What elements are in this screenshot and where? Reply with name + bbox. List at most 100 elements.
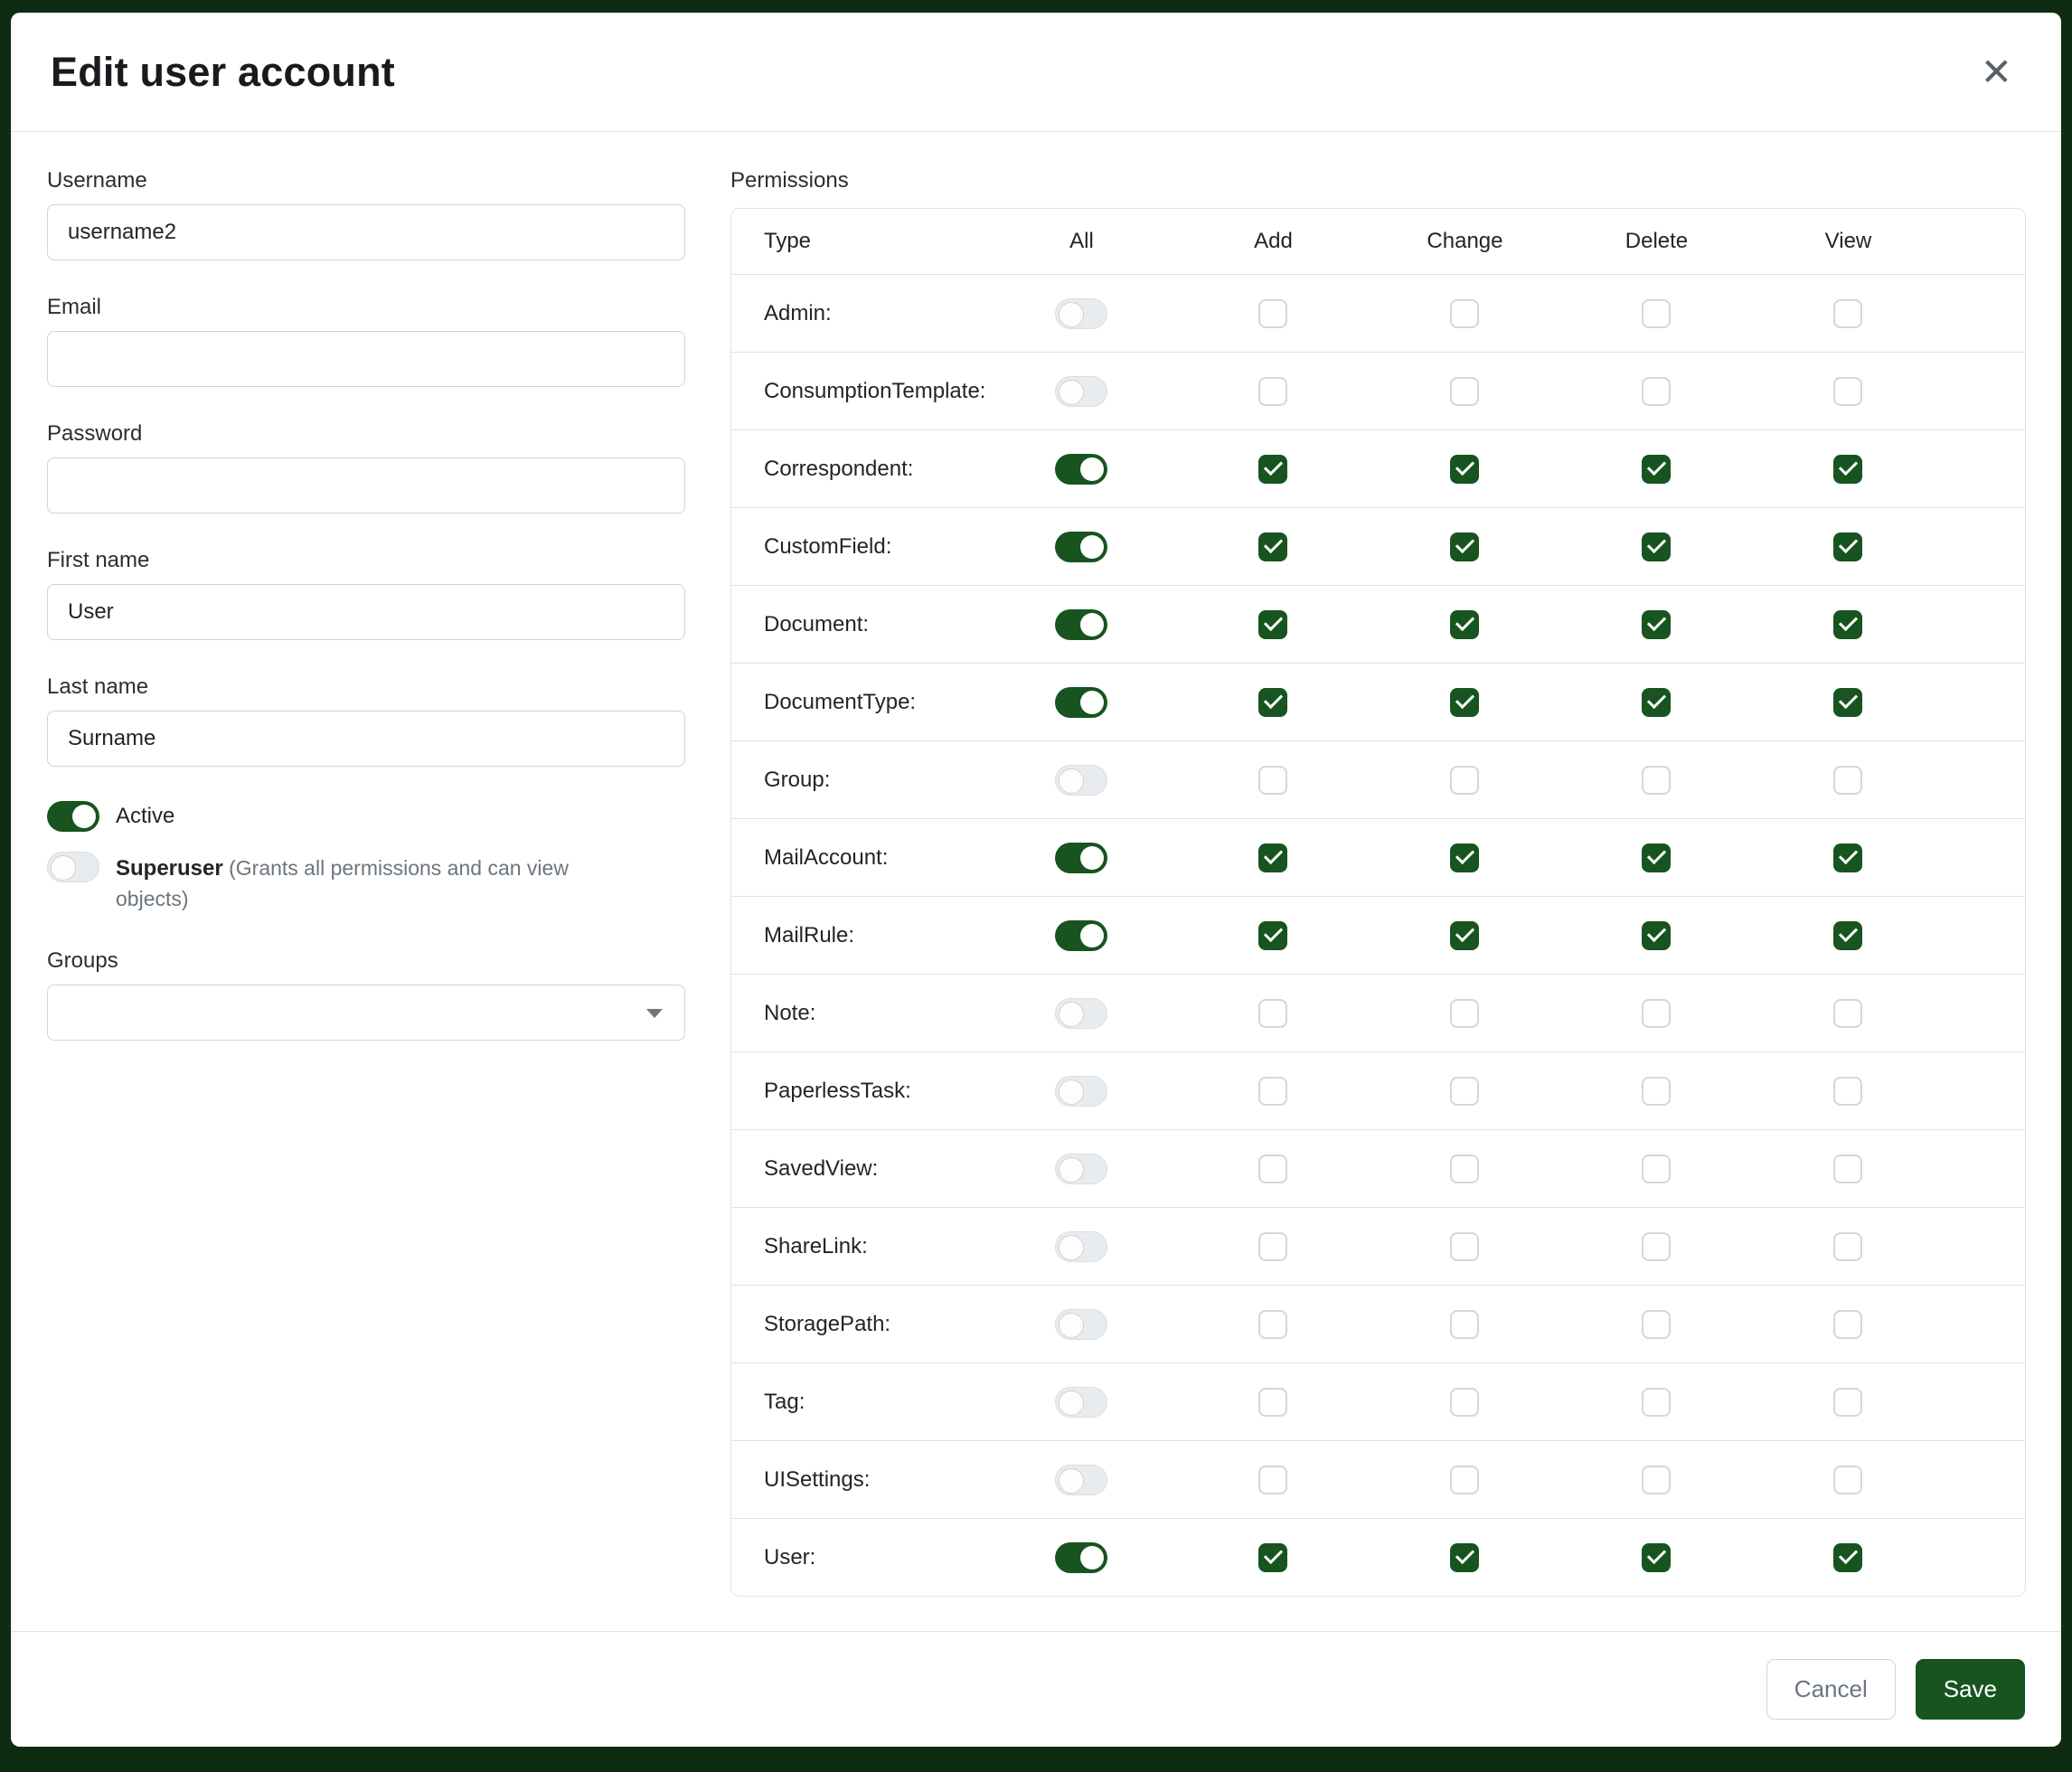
permission-change-checkbox[interactable] xyxy=(1450,1466,1479,1494)
permission-view-checkbox[interactable] xyxy=(1833,1466,1862,1494)
close-button[interactable]: ✕ xyxy=(1972,48,2021,97)
permission-view-checkbox[interactable] xyxy=(1833,455,1862,484)
permission-add-checkbox[interactable] xyxy=(1258,1077,1287,1106)
permission-view-checkbox[interactable] xyxy=(1833,1388,1862,1417)
permission-delete-checkbox[interactable] xyxy=(1642,1543,1671,1572)
permission-all-toggle[interactable] xyxy=(1055,532,1107,562)
permission-add-checkbox[interactable] xyxy=(1258,610,1287,639)
permission-delete-checkbox[interactable] xyxy=(1642,610,1671,639)
permission-view-checkbox[interactable] xyxy=(1833,1155,1862,1183)
permission-view-checkbox[interactable] xyxy=(1833,1232,1862,1261)
password-input[interactable] xyxy=(47,457,685,514)
permission-all-toggle[interactable] xyxy=(1055,1309,1107,1340)
permission-all-toggle[interactable] xyxy=(1055,1387,1107,1418)
permission-all-toggle[interactable] xyxy=(1055,1076,1107,1107)
permissions-rows: Admin: ConsumptionTemplate: Corresponden… xyxy=(731,274,2025,1596)
permission-delete-checkbox[interactable] xyxy=(1642,844,1671,872)
permission-add-checkbox[interactable] xyxy=(1258,844,1287,872)
permission-all-toggle[interactable] xyxy=(1055,1542,1107,1573)
first-name-input[interactable] xyxy=(47,584,685,640)
permission-all-toggle[interactable] xyxy=(1055,765,1107,796)
permission-add-checkbox[interactable] xyxy=(1258,1466,1287,1494)
permission-change-checkbox[interactable] xyxy=(1450,299,1479,328)
permission-delete-checkbox[interactable] xyxy=(1642,533,1671,561)
user-form: Username Email Password First name Last … xyxy=(47,168,685,1604)
permission-delete-checkbox[interactable] xyxy=(1642,1155,1671,1183)
permission-delete-checkbox[interactable] xyxy=(1642,921,1671,950)
permission-delete-checkbox[interactable] xyxy=(1642,688,1671,717)
permission-add-checkbox[interactable] xyxy=(1258,1155,1287,1183)
permission-all-toggle[interactable] xyxy=(1055,1154,1107,1184)
permission-add-checkbox[interactable] xyxy=(1258,999,1287,1028)
permission-change-checkbox[interactable] xyxy=(1450,921,1479,950)
permission-delete-checkbox[interactable] xyxy=(1642,766,1671,795)
permission-change-checkbox[interactable] xyxy=(1450,766,1479,795)
username-input[interactable] xyxy=(47,204,685,260)
username-label: Username xyxy=(47,168,685,193)
permission-all-toggle[interactable] xyxy=(1055,920,1107,951)
cancel-button[interactable]: Cancel xyxy=(1766,1659,1896,1720)
permission-change-checkbox[interactable] xyxy=(1450,1543,1479,1572)
permission-add-checkbox[interactable] xyxy=(1258,766,1287,795)
permission-view-checkbox[interactable] xyxy=(1833,844,1862,872)
permission-view-checkbox[interactable] xyxy=(1833,299,1862,328)
permission-change-checkbox[interactable] xyxy=(1450,533,1479,561)
permission-all-toggle[interactable] xyxy=(1055,609,1107,640)
permission-change-checkbox[interactable] xyxy=(1450,999,1479,1028)
permission-change-checkbox[interactable] xyxy=(1450,1155,1479,1183)
permission-view-checkbox[interactable] xyxy=(1833,766,1862,795)
email-input[interactable] xyxy=(47,331,685,387)
permission-all-toggle[interactable] xyxy=(1055,998,1107,1029)
permission-all-toggle[interactable] xyxy=(1055,843,1107,873)
permission-change-checkbox[interactable] xyxy=(1450,377,1479,406)
permission-change-checkbox[interactable] xyxy=(1450,844,1479,872)
permission-view-checkbox[interactable] xyxy=(1833,533,1862,561)
permission-change-checkbox[interactable] xyxy=(1450,455,1479,484)
permission-row: Correspondent: xyxy=(731,429,2025,507)
superuser-toggle[interactable] xyxy=(47,852,99,882)
permission-add-checkbox[interactable] xyxy=(1258,455,1287,484)
permission-all-toggle[interactable] xyxy=(1055,454,1107,485)
permission-all-toggle[interactable] xyxy=(1055,687,1107,718)
permission-all-toggle[interactable] xyxy=(1055,376,1107,407)
permission-change-checkbox[interactable] xyxy=(1450,610,1479,639)
groups-select[interactable] xyxy=(47,985,685,1041)
permission-view-checkbox[interactable] xyxy=(1833,688,1862,717)
permission-all-toggle[interactable] xyxy=(1055,1465,1107,1495)
permission-view-checkbox[interactable] xyxy=(1833,921,1862,950)
permission-change-checkbox[interactable] xyxy=(1450,1310,1479,1339)
permission-add-checkbox[interactable] xyxy=(1258,533,1287,561)
permission-all-toggle[interactable] xyxy=(1055,1231,1107,1262)
permission-change-checkbox[interactable] xyxy=(1450,1232,1479,1261)
permission-view-checkbox[interactable] xyxy=(1833,610,1862,639)
permission-delete-checkbox[interactable] xyxy=(1642,1466,1671,1494)
permission-add-checkbox[interactable] xyxy=(1258,1310,1287,1339)
permission-view-checkbox[interactable] xyxy=(1833,1543,1862,1572)
save-button[interactable]: Save xyxy=(1916,1659,2025,1720)
permission-change-checkbox[interactable] xyxy=(1450,1077,1479,1106)
permission-view-checkbox[interactable] xyxy=(1833,999,1862,1028)
permission-view-checkbox[interactable] xyxy=(1833,377,1862,406)
permission-delete-checkbox[interactable] xyxy=(1642,1077,1671,1106)
active-toggle[interactable] xyxy=(47,801,99,832)
permission-delete-checkbox[interactable] xyxy=(1642,999,1671,1028)
permission-all-toggle[interactable] xyxy=(1055,298,1107,329)
permission-add-checkbox[interactable] xyxy=(1258,299,1287,328)
permission-view-checkbox[interactable] xyxy=(1833,1077,1862,1106)
permission-delete-checkbox[interactable] xyxy=(1642,1310,1671,1339)
permission-add-checkbox[interactable] xyxy=(1258,688,1287,717)
permission-view-checkbox[interactable] xyxy=(1833,1310,1862,1339)
permission-delete-checkbox[interactable] xyxy=(1642,377,1671,406)
last-name-input[interactable] xyxy=(47,711,685,767)
permission-add-checkbox[interactable] xyxy=(1258,1543,1287,1572)
permission-delete-checkbox[interactable] xyxy=(1642,299,1671,328)
permission-change-checkbox[interactable] xyxy=(1450,1388,1479,1417)
permission-add-checkbox[interactable] xyxy=(1258,1388,1287,1417)
permission-change-checkbox[interactable] xyxy=(1450,688,1479,717)
permission-delete-checkbox[interactable] xyxy=(1642,455,1671,484)
permission-add-checkbox[interactable] xyxy=(1258,1232,1287,1261)
permission-delete-checkbox[interactable] xyxy=(1642,1232,1671,1261)
permission-delete-checkbox[interactable] xyxy=(1642,1388,1671,1417)
permission-add-checkbox[interactable] xyxy=(1258,377,1287,406)
permission-add-checkbox[interactable] xyxy=(1258,921,1287,950)
